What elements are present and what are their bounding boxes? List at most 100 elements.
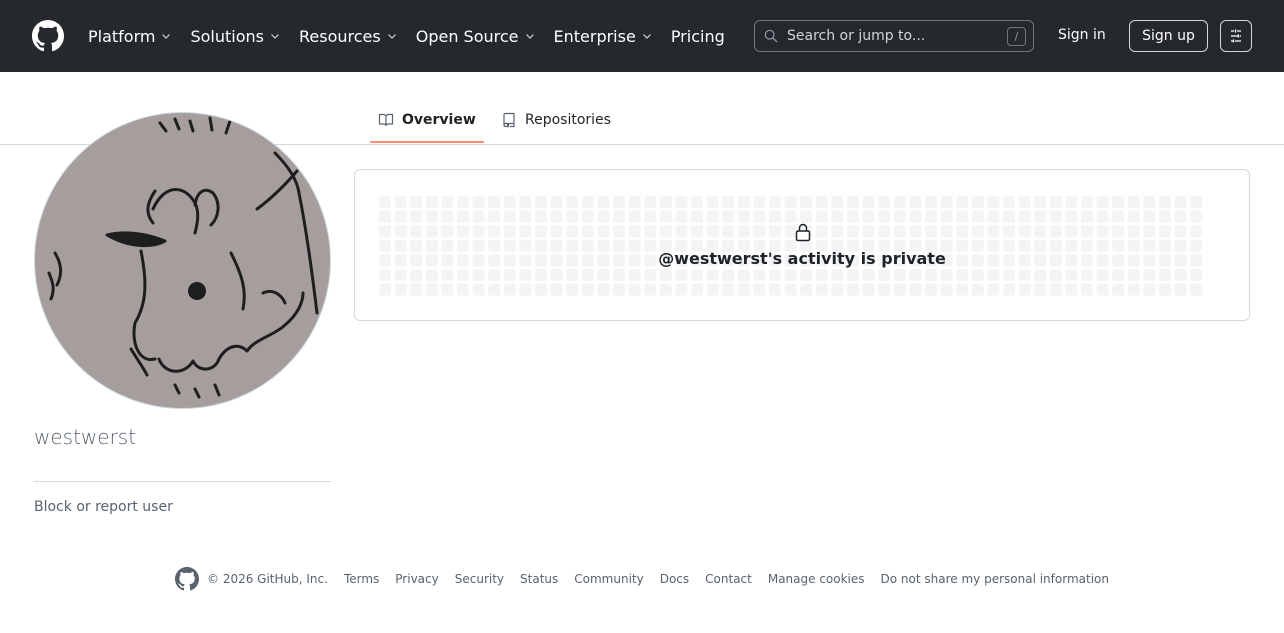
github-logo-icon[interactable] (32, 20, 64, 52)
contribution-cell (1096, 210, 1109, 223)
footer-link-community[interactable]: Community (574, 572, 643, 586)
contribution-cell (971, 210, 984, 223)
contribution-cell (1096, 196, 1109, 208)
contribution-cell (753, 210, 766, 223)
footer-link-docs[interactable]: Docs (660, 572, 689, 586)
contribution-cell (1159, 225, 1171, 238)
contribution-cell (722, 196, 735, 208)
contribution-cell (706, 196, 719, 208)
contribution-cell (940, 210, 953, 223)
contribution-cell (956, 196, 969, 208)
contribution-cell (535, 210, 547, 223)
footer-link-contact[interactable]: Contact (705, 572, 752, 586)
contribution-cell (1096, 283, 1109, 296)
contribution-cell (519, 225, 532, 238)
contribution-cell (737, 210, 750, 223)
contribution-cell (1049, 210, 1062, 223)
contribution-cell (394, 210, 407, 223)
nav-platform[interactable]: Platform (88, 27, 172, 46)
contribution-cell (410, 225, 423, 238)
contribution-cell (519, 196, 532, 208)
contribution-cell (1065, 196, 1078, 208)
contribution-cell (722, 283, 735, 296)
contribution-cell (800, 210, 813, 223)
footer-link-manage-cookies[interactable]: Manage cookies (768, 572, 865, 586)
contribution-cell (1112, 269, 1125, 281)
search-placeholder: Search or jump to... (787, 28, 926, 44)
contribution-cell (1018, 269, 1031, 281)
contribution-cell (1034, 225, 1047, 238)
contribution-cell (613, 210, 625, 223)
nav-resources[interactable]: Resources (299, 27, 398, 46)
contribution-cell (394, 269, 407, 281)
contribution-cell (706, 283, 719, 296)
contribution-cell (847, 196, 859, 208)
tab-label: Repositories (525, 112, 611, 128)
contribution-cell (893, 196, 906, 208)
contribution-cell (862, 225, 875, 238)
contribution-cell (379, 225, 391, 238)
contribution-cell (831, 196, 844, 208)
book-icon (378, 113, 394, 127)
contribution-cell (644, 269, 657, 281)
contribution-cell (425, 283, 438, 296)
nav-pricing[interactable]: Pricing (671, 27, 725, 46)
contribution-cell (722, 225, 735, 238)
tab-overview[interactable]: Overview (378, 106, 476, 144)
footer-link-privacy[interactable]: Privacy (395, 572, 438, 586)
contribution-cell (628, 196, 641, 208)
activity-private-panel: @westwerst's activity is private (354, 169, 1250, 321)
footer-link-status[interactable]: Status (520, 572, 558, 586)
contribution-cell (628, 269, 641, 281)
footer-link-terms[interactable]: Terms (344, 572, 379, 586)
contribution-cell (472, 283, 485, 296)
nav-label: Solutions (190, 26, 264, 46)
footer-link-do-not-share[interactable]: Do not share my personal information (881, 572, 1109, 586)
contribution-cell (1081, 210, 1093, 223)
contribution-cell (488, 210, 501, 223)
lock-icon (795, 223, 811, 242)
contribution-cell (1081, 269, 1093, 281)
contribution-cell (737, 196, 750, 208)
nav-solutions[interactable]: Solutions (190, 27, 281, 46)
contribution-cell (675, 269, 688, 281)
contribution-cell (956, 269, 969, 281)
selected-tab-indicator (370, 141, 484, 143)
contribution-cell (737, 225, 750, 238)
contribution-cell (488, 283, 501, 296)
contribution-cell (550, 269, 563, 281)
contribution-cell (597, 210, 610, 223)
footer-link-security[interactable]: Security (455, 572, 504, 586)
contribution-cell (613, 225, 625, 238)
sign-in-link[interactable]: Sign in (1058, 27, 1106, 43)
contribution-cell (769, 269, 781, 281)
contribution-cell (847, 225, 859, 238)
contribution-cell (1112, 210, 1125, 223)
nav-label: Pricing (670, 26, 725, 46)
chevron-down-icon (642, 34, 651, 39)
avatar[interactable] (34, 112, 331, 409)
contribution-cell (613, 269, 625, 281)
contribution-cell (971, 269, 984, 281)
tab-repositories[interactable]: Repositories (501, 106, 611, 144)
contribution-cell (394, 225, 407, 238)
sign-up-button[interactable]: Sign up (1129, 20, 1208, 52)
contribution-cell (503, 269, 516, 281)
contribution-cell (675, 225, 688, 238)
contribution-cell (1190, 283, 1203, 296)
contribution-cell (971, 283, 984, 296)
nav-enterprise[interactable]: Enterprise (554, 27, 653, 46)
appearance-settings-button[interactable] (1220, 20, 1252, 52)
contribution-cell (581, 196, 594, 208)
contribution-cell (753, 269, 766, 281)
nav-open-source[interactable]: Open Source (416, 27, 536, 46)
contribution-cell (706, 269, 719, 281)
block-or-report-link[interactable]: Block or report user (34, 499, 173, 515)
contribution-cell (1081, 225, 1093, 238)
contribution-cell (644, 225, 657, 238)
contribution-cell (1143, 283, 1156, 296)
contribution-cell (878, 196, 891, 208)
github-logo-icon[interactable] (175, 567, 199, 591)
search-input[interactable]: Search or jump to... / (754, 20, 1034, 52)
contribution-cell (1174, 269, 1187, 281)
